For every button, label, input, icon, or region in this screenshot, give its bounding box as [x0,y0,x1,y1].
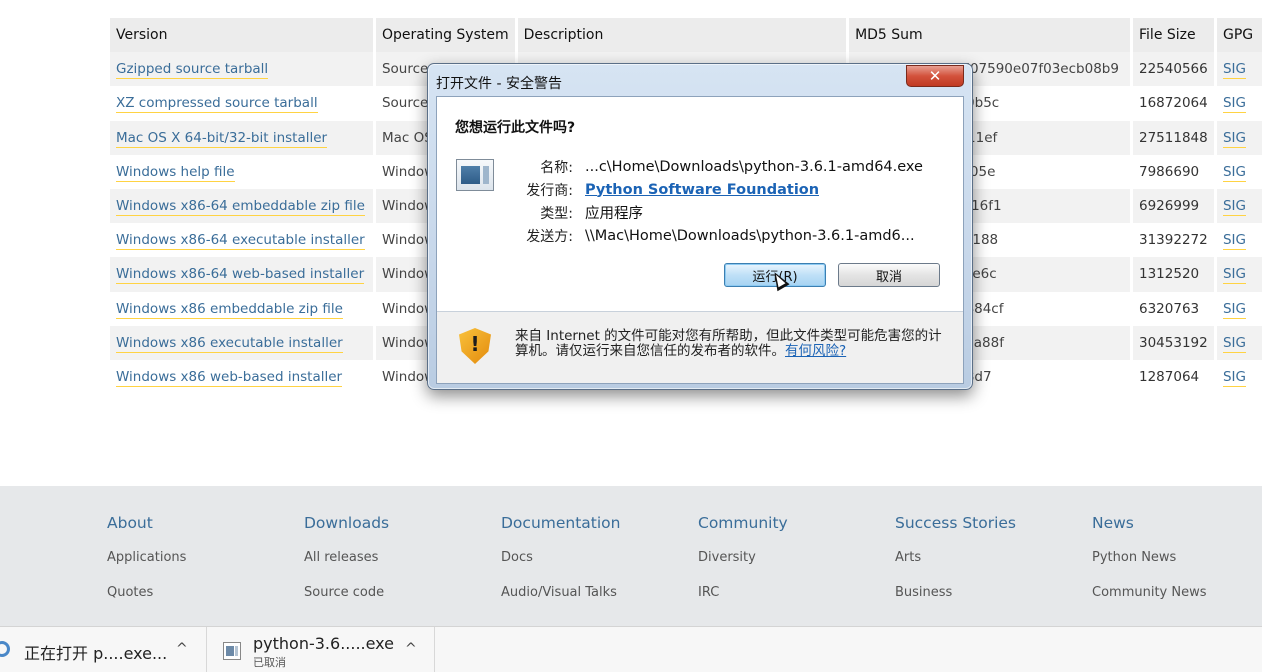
chevron-up-icon[interactable]: ^ [176,641,188,657]
header-description: Description [517,18,850,53]
footer-link[interactable]: Source code [304,585,389,620]
footer-link[interactable]: Audio/Visual Talks [501,585,621,620]
footer-link[interactable]: Arts [895,550,1016,585]
shield-warning-icon [459,328,491,364]
cancel-button-label: 取消 [875,269,902,285]
footer-column-about: About Applications Quotes [107,514,186,620]
download-item-opening[interactable]: 正在打开 p....exe... ^ [0,627,207,672]
sig-link[interactable]: SIG [1222,129,1246,148]
size-cell: 1287064 [1133,359,1217,395]
dialog-warning-area: 来自 Internet 的文件可能对您有所帮助，但此文件类型可能危害您的计算机。… [437,312,963,383]
footer-column-news: News Python News Community News [1092,514,1207,620]
header-version: Version [110,18,376,53]
file-link[interactable]: Windows x86 embeddable zip file [116,300,343,319]
sig-link[interactable]: SIG [1222,334,1246,353]
publisher-label: 发行商: [526,182,573,199]
size-cell: 27511848 [1133,120,1217,155]
footer-column-documentation: Documentation Docs Audio/Visual Talks [501,514,621,620]
footer-heading[interactable]: Downloads [304,514,389,532]
close-button[interactable]: ✕ [906,65,964,87]
footer-heading[interactable]: Success Stories [895,514,1016,532]
footer-heading[interactable]: About [107,514,186,532]
file-link[interactable]: Windows x86 executable installer [116,334,343,353]
name-value: ...c\Home\Downloads\python-3.6.1-amd64.e… [585,158,923,175]
site-footer: About Applications Quotes Downloads All … [0,486,1262,626]
footer-column-community: Community Diversity IRC [698,514,788,620]
footer-link[interactable]: Community News [1092,585,1207,620]
file-link[interactable]: XZ compressed source tarball [116,95,318,114]
footer-link[interactable]: Diversity [698,550,788,585]
file-link[interactable]: Mac OS X 64-bit/32-bit installer [116,129,328,148]
file-link[interactable]: Gzipped source tarball [116,61,269,80]
info-row-name: 名称: ...c\Home\Downloads\python-3.6.1-amd… [497,155,957,178]
download-item-label: python-3.6.....exe [253,634,394,653]
type-value: 应用程序 [585,206,643,222]
dialog-question: 您想运行此文件吗? [455,120,576,136]
sig-link[interactable]: SIG [1222,61,1246,80]
header-file-size: File Size [1133,18,1217,53]
sig-link[interactable]: SIG [1222,232,1246,251]
size-cell: 30453192 [1133,325,1217,360]
size-cell: 1312520 [1133,257,1217,292]
size-cell: 16872064 [1133,86,1217,121]
header-os: Operating System [375,18,518,53]
security-warning-dialog: 打开文件 - 安全警告 ✕ 您想运行此文件吗? 名称: ...c\Home\Do… [427,63,973,390]
header-md5: MD5 Sum [849,18,1133,53]
footer-column-downloads: Downloads All releases Source code [304,514,389,620]
download-item-label: 正在打开 p....exe... [24,644,168,663]
footer-column-success-stories: Success Stories Arts Business [895,514,1016,620]
table-header-row: Version Operating System Description MD5… [110,18,1262,53]
footer-heading[interactable]: Community [698,514,788,532]
footer-link[interactable]: Business [895,585,1016,620]
header-gpg: GPG [1216,18,1262,53]
file-icon [223,642,241,660]
download-item-python[interactable]: python-3.6.....exe 已取消 ^ [207,627,435,672]
dialog-title: 打开文件 - 安全警告 [436,76,562,92]
file-link[interactable]: Windows x86-64 embeddable zip file [116,198,365,217]
footer-link[interactable]: All releases [304,550,389,585]
footer-link[interactable]: Applications [107,550,186,585]
risk-link[interactable]: 有何风险? [785,343,846,359]
file-link[interactable]: Windows x86 web-based installer [116,368,343,387]
sig-link[interactable]: SIG [1222,198,1246,217]
size-cell: 6320763 [1133,291,1217,326]
sig-link[interactable]: SIG [1222,300,1246,319]
from-value: \\Mac\Home\Downloads\python-3.6.1-amd6..… [585,227,915,244]
footer-link[interactable]: Quotes [107,585,186,620]
size-cell: 22540566 [1133,52,1217,87]
footer-link[interactable]: Docs [501,550,621,585]
publisher-link[interactable]: Python Software Foundation [585,182,819,198]
warning-text: 来自 Internet 的文件可能对您有所帮助，但此文件类型可能危害您的计算机。… [515,329,949,359]
info-row-publisher: 发行商: Python Software Foundation [497,178,957,201]
close-icon: ✕ [928,67,942,85]
warning-message: 来自 Internet 的文件可能对您有所帮助，但此文件类型可能危害您的计算机。… [515,328,942,359]
info-row-type: 类型: 应用程序 [497,201,957,224]
size-cell: 7986690 [1133,154,1217,189]
loading-spinner-icon [0,641,10,657]
cancel-button[interactable]: 取消 [838,263,940,287]
footer-heading[interactable]: News [1092,514,1207,532]
footer-link[interactable]: IRC [698,585,788,620]
size-cell: 6926999 [1133,188,1217,224]
sig-link[interactable]: SIG [1222,266,1246,285]
application-icon [456,159,494,191]
file-link[interactable]: Windows x86-64 web-based installer [116,266,365,285]
dialog-body: 您想运行此文件吗? 名称: ...c\Home\Downloads\python… [436,96,964,384]
info-row-from: 发送方: \\Mac\Home\Downloads\python-3.6.1-a… [497,224,957,247]
type-label: 类型: [540,205,573,222]
name-label: 名称: [540,159,573,176]
download-status: 已取消 [253,656,286,669]
sig-link[interactable]: SIG [1222,368,1246,387]
download-bar: 正在打开 p....exe... ^ python-3.6.....exe 已取… [0,626,1262,672]
sig-link[interactable]: SIG [1222,163,1246,182]
footer-heading[interactable]: Documentation [501,514,621,532]
size-cell: 31392272 [1133,223,1217,258]
sig-link[interactable]: SIG [1222,95,1246,114]
chevron-up-icon[interactable]: ^ [405,641,417,657]
file-link[interactable]: Windows help file [116,163,235,182]
from-label: 发送方: [526,228,573,245]
footer-link[interactable]: Python News [1092,550,1207,585]
file-link[interactable]: Windows x86-64 executable installer [116,232,365,251]
